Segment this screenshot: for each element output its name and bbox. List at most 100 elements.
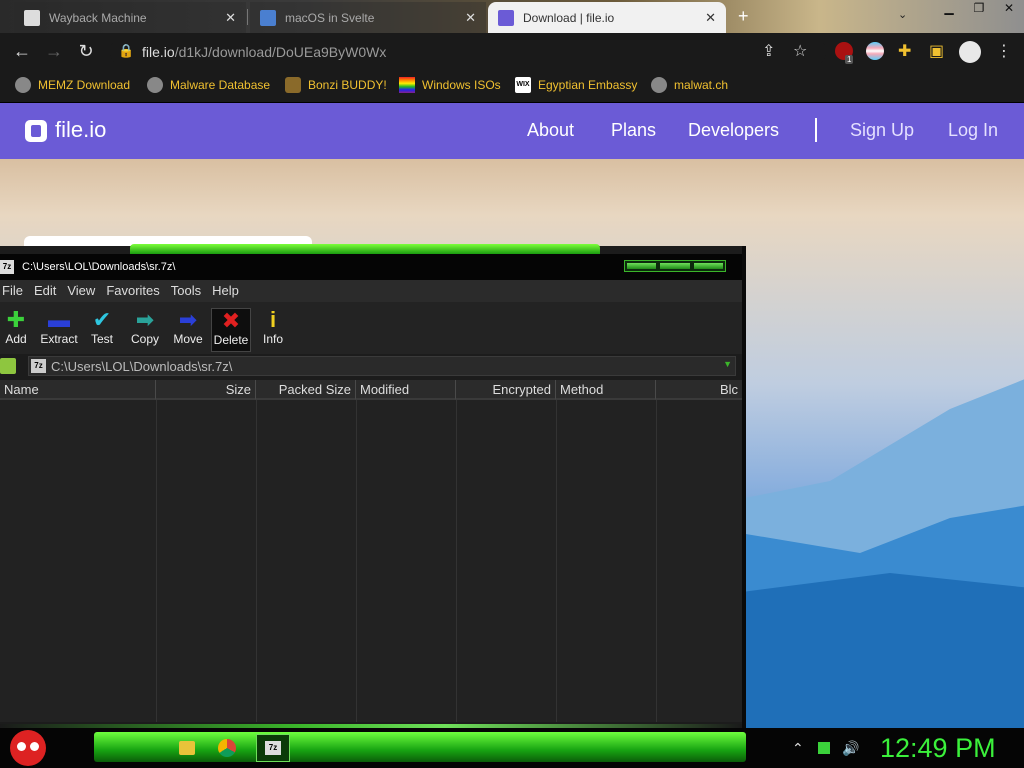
globe-icon <box>651 77 667 93</box>
menu-view[interactable]: View <box>65 280 100 302</box>
side-panel-icon[interactable]: ▣ <box>929 41 944 61</box>
folder-icon <box>179 741 195 755</box>
path-input[interactable]: 7z C:\Users\LOL\Downloads\sr.7z\ ▼ <box>28 356 736 376</box>
column-modified[interactable]: Modified <box>356 380 456 400</box>
bookmark-memz-download[interactable]: MEMZ Download <box>15 77 130 93</box>
column-size[interactable]: Size <box>156 380 256 400</box>
delete-x-icon: ✖ <box>221 308 241 333</box>
column-divider <box>656 400 657 722</box>
sevenzip-app-icon: 7z <box>0 260 14 274</box>
network-icon[interactable] <box>818 742 830 754</box>
tab-wayback-machine[interactable]: Wayback Machine ✕ <box>14 2 246 33</box>
new-tab-icon[interactable]: + <box>738 6 749 27</box>
flag-extension-icon[interactable] <box>866 42 884 60</box>
minimize-button[interactable] <box>627 263 657 269</box>
info-label: Info <box>262 332 283 346</box>
maximize-icon[interactable]: ❐ <box>964 0 994 18</box>
bookmark-label: Bonzi BUDDY! <box>308 78 387 92</box>
close-tab-icon[interactable]: ✕ <box>225 10 236 26</box>
url-host: file.io <box>142 44 175 60</box>
sevenzip-titlebar[interactable]: 7z C:\Users\LOL\Downloads\sr.7z\ <box>0 254 742 280</box>
tab-separator <box>247 9 248 25</box>
move-button[interactable]: ➡ Move <box>170 308 206 352</box>
test-button[interactable]: ✔ Test <box>86 308 118 352</box>
browser-menu-icon[interactable]: ⋮ <box>996 41 1012 61</box>
test-label: Test <box>90 332 113 346</box>
extract-button[interactable]: ▬ Extract <box>38 308 80 352</box>
minimize-icon[interactable]: ▁ <box>934 0 964 18</box>
bookmark-windows-isos[interactable]: Windows ISOs <box>399 77 501 93</box>
column-packed-size[interactable]: Packed Size <box>256 380 356 400</box>
taskbar-file-explorer[interactable] <box>170 734 204 762</box>
maximize-button[interactable] <box>660 263 690 269</box>
sevenzip-icon: 7z <box>265 741 281 755</box>
close-tab-icon[interactable]: ✕ <box>465 10 476 26</box>
close-tab-icon[interactable]: ✕ <box>705 10 716 26</box>
column-encrypted[interactable]: Encrypted <box>456 380 556 400</box>
background-mountain <box>740 573 1024 728</box>
share-icon[interactable]: ⇪ <box>762 41 775 61</box>
rainbow-flag-icon <box>399 77 415 93</box>
column-method[interactable]: Method <box>556 380 656 400</box>
menu-file[interactable]: File <box>0 280 28 302</box>
nav-sign-up[interactable]: Sign Up <box>850 120 914 141</box>
taskbar-7zip[interactable]: 7z <box>256 734 290 762</box>
desktop: Wayback Machine ✕ macOS in Svelte ✕ Down… <box>0 0 1024 768</box>
site-logo-text[interactable]: file.io <box>55 117 106 143</box>
nav-plans[interactable]: Plans <box>611 120 656 141</box>
forward-icon[interactable]: → <box>43 41 65 62</box>
copy-arrow-icon: ➡ <box>135 307 155 332</box>
sevenzip-menubar: File Edit View Favorites Tools Help <box>0 280 742 302</box>
address-bar[interactable]: 🔒 file.io/d1kJ/download/DoUEa9ByW0Wx <box>110 37 826 66</box>
start-button-angry-bird-icon[interactable] <box>10 730 46 766</box>
delete-label: Delete <box>213 333 249 347</box>
bookmark-malware-database[interactable]: Malware Database <box>147 77 270 93</box>
volume-icon[interactable]: 🔊 <box>842 740 859 757</box>
nav-log-in[interactable]: Log In <box>948 120 998 141</box>
globe-icon <box>15 77 31 93</box>
reload-icon[interactable]: ↻ <box>75 41 97 62</box>
info-button[interactable]: i Info <box>258 308 288 352</box>
taskbar-chrome[interactable] <box>210 734 244 762</box>
file-list[interactable] <box>0 400 742 722</box>
back-icon[interactable]: ← <box>11 41 33 62</box>
column-name[interactable]: Name <box>0 380 156 400</box>
site-header: file.io About Plans Developers Sign Up L… <box>0 103 1024 159</box>
tab-macos-in-svelte[interactable]: macOS in Svelte ✕ <box>250 2 486 33</box>
tab-search-icon[interactable]: ⌄ <box>898 8 907 21</box>
delete-button[interactable]: ✖ Delete <box>211 308 251 352</box>
extensions-puzzle-icon[interactable]: ✚ <box>898 41 911 61</box>
url-text: file.io/d1kJ/download/DoUEa9ByW0Wx <box>142 44 386 60</box>
close-window-icon[interactable]: ✕ <box>994 0 1024 18</box>
browser-tab-strip: Wayback Machine ✕ macOS in Svelte ✕ Down… <box>0 0 1024 33</box>
file-io-logo-icon[interactable] <box>25 120 47 142</box>
profile-avatar-icon[interactable] <box>959 41 981 63</box>
tray-arrow-icon[interactable]: ⌃ <box>792 740 804 757</box>
chevron-down-icon[interactable]: ▼ <box>723 359 732 369</box>
folder-up-icon[interactable] <box>0 358 16 374</box>
menu-edit[interactable]: Edit <box>32 280 61 302</box>
bookmark-label: malwat.ch <box>674 78 729 92</box>
bookmark-bonzi-buddy[interactable]: Bonzi BUDDY! <box>285 77 387 93</box>
column-block[interactable]: Blc <box>656 380 742 400</box>
bookmark-star-icon[interactable]: ☆ <box>793 41 807 61</box>
nav-about[interactable]: About <box>527 120 574 141</box>
file-io-favicon-icon <box>498 9 514 26</box>
add-button[interactable]: ✚ Add <box>2 308 30 352</box>
svelte-macos-icon <box>260 9 276 26</box>
window-controls: ▁ ❐ ✕ <box>934 0 1024 18</box>
menu-help[interactable]: Help <box>210 280 244 302</box>
bonzi-icon <box>285 77 301 93</box>
menu-tools[interactable]: Tools <box>169 280 206 302</box>
taskbar-clock[interactable]: 12:49 PM <box>880 733 996 764</box>
nav-developers[interactable]: Developers <box>688 120 779 141</box>
bookmark-malwatch[interactable]: malwat.ch <box>651 77 728 93</box>
tab-file-io[interactable]: Download | file.io ✕ <box>488 2 726 33</box>
copy-button[interactable]: ➡ Copy <box>127 308 163 352</box>
archive-icon: 7z <box>31 359 46 373</box>
close-button[interactable] <box>693 263 723 269</box>
column-divider <box>156 400 157 722</box>
bookmark-egyptian-embassy[interactable]: WIX Egyptian Embassy <box>515 77 637 93</box>
menu-favorites[interactable]: Favorites <box>104 280 164 302</box>
wayback-icon <box>24 9 40 26</box>
